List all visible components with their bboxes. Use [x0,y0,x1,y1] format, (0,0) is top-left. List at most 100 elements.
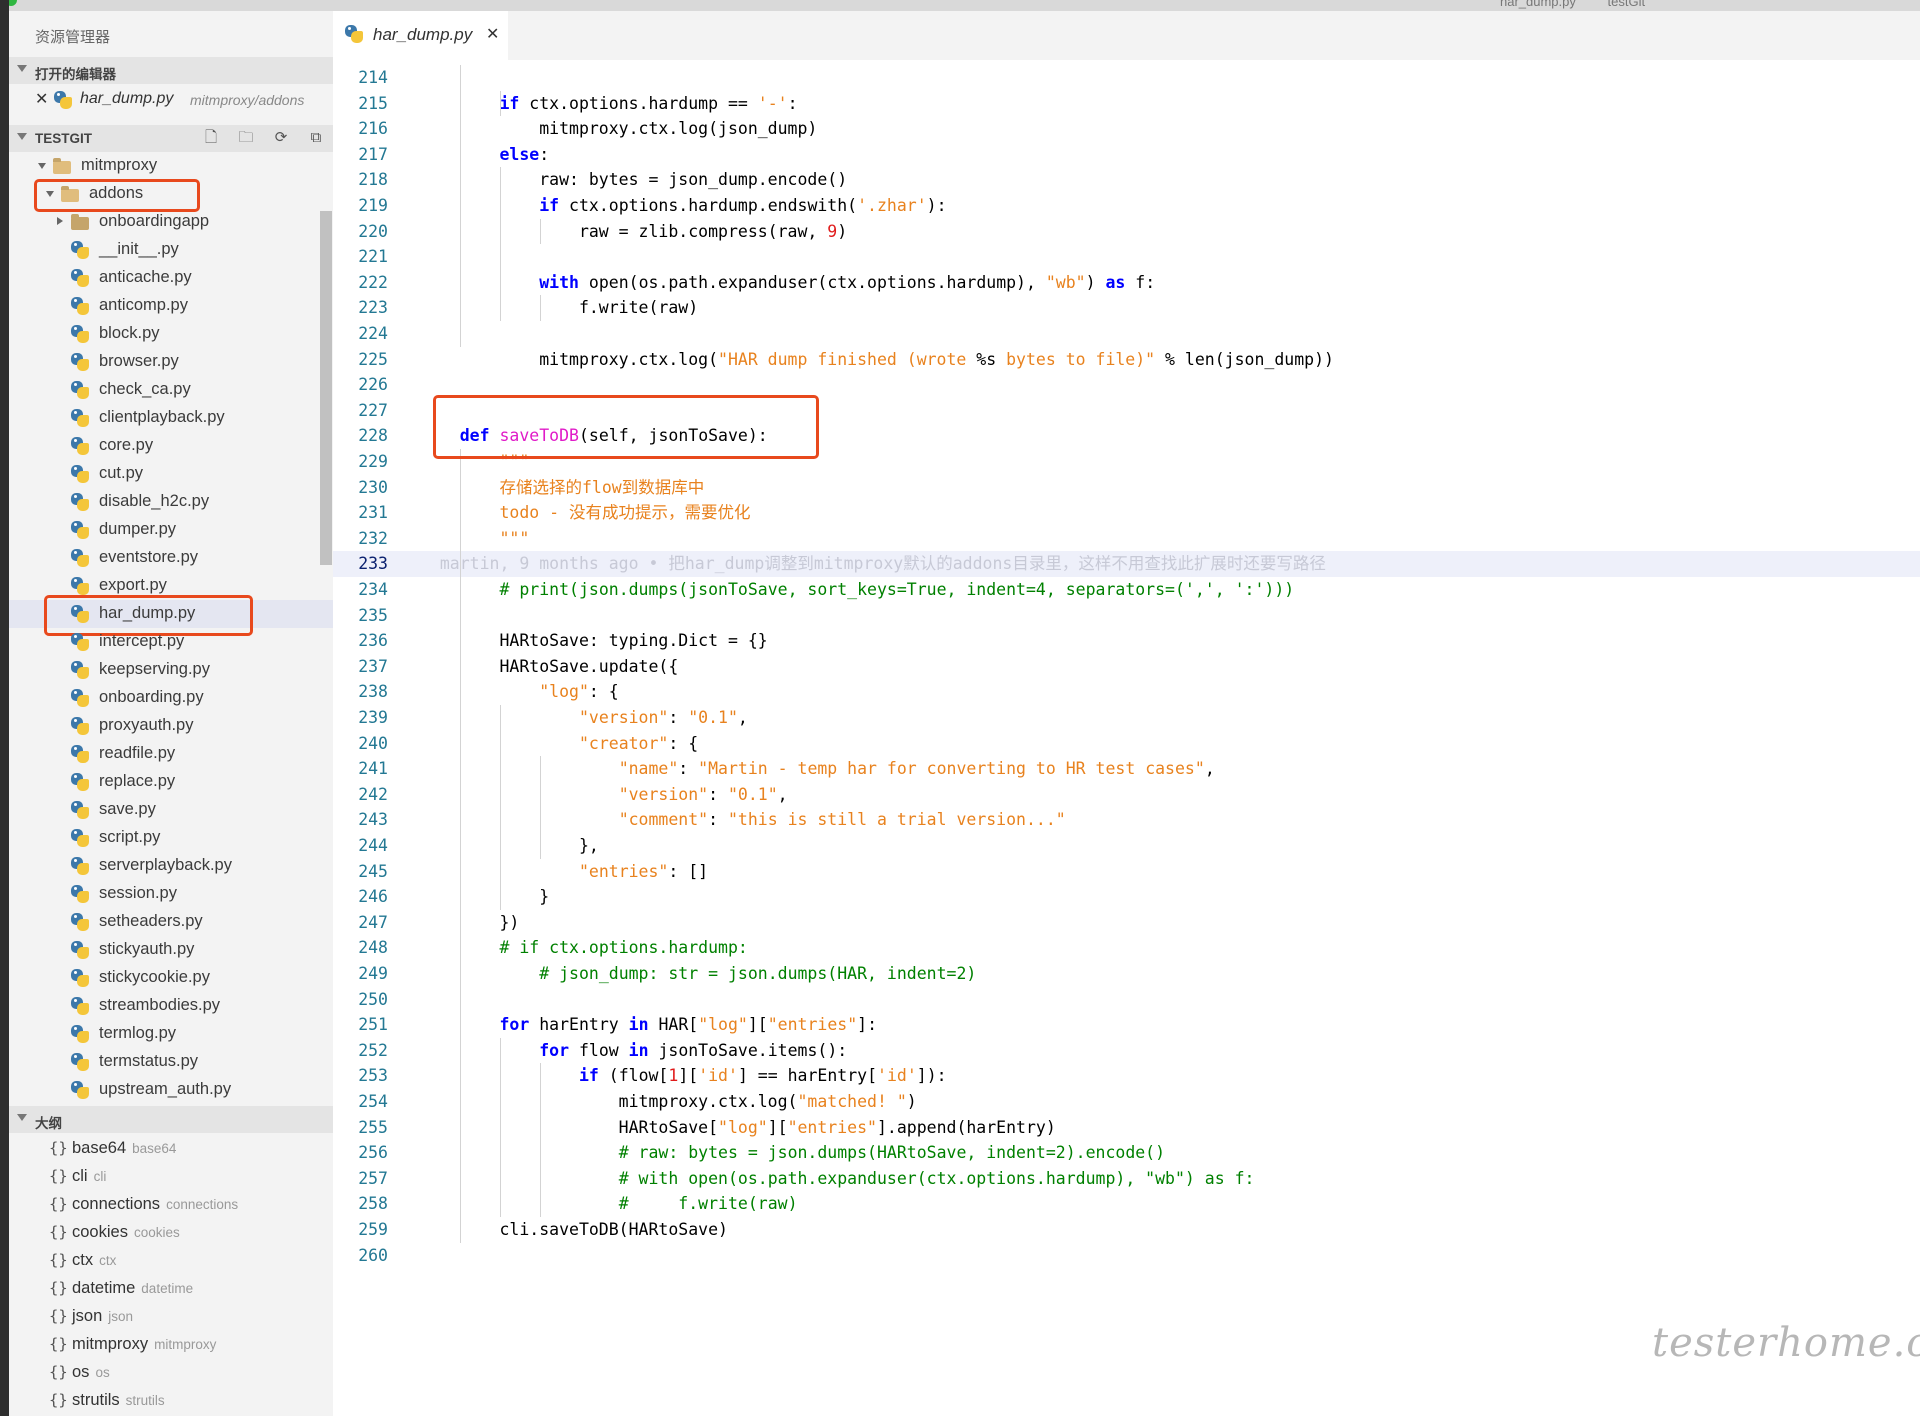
code-line[interactable]: 215 if ctx.options.hardump == '-': [333,91,1920,117]
tree-file[interactable]: proxyauth.py [9,712,333,740]
code-line[interactable]: 251 for harEntry in HAR["log"]["entries"… [333,1012,1920,1038]
code-line[interactable]: 257 # with open(os.path.expanduser(ctx.o… [333,1166,1920,1192]
code-line[interactable]: 226 [333,372,1920,398]
code-line[interactable]: 221 [333,244,1920,270]
tree-file[interactable]: termlog.py [9,1020,333,1048]
tree-file[interactable]: serverplayback.py [9,852,333,880]
tree-file[interactable]: check_ca.py [9,376,333,404]
tree-file[interactable]: dumper.py [9,516,333,544]
outline-item[interactable]: {} cookies cookies [9,1218,333,1246]
code-line[interactable]: 260 [333,1243,1920,1269]
code-line[interactable]: 244 }, [333,833,1920,859]
code-line[interactable]: 256 # raw: bytes = json.dumps(HARtoSave,… [333,1140,1920,1166]
outline-item[interactable]: {} datetime datetime [9,1274,333,1302]
code-line[interactable]: 237 HARtoSave.update({ [333,654,1920,680]
tree-folder[interactable]: onboardingapp [9,208,333,236]
outline-item[interactable]: {} ctx ctx [9,1246,333,1274]
tree-file[interactable]: stickyauth.py [9,936,333,964]
new-file-icon[interactable]: 🗋 [203,130,219,146]
tree-folder[interactable]: mitmproxy [9,152,333,180]
tree-file[interactable]: cut.py [9,460,333,488]
chevron-right-icon[interactable] [57,217,63,225]
code-line[interactable]: 239 "version": "0.1", [333,705,1920,731]
code-line[interactable]: 230 存储选择的flow到数据库中 [333,475,1920,501]
tree-file[interactable]: termstatus.py [9,1048,333,1076]
tree-file[interactable]: anticomp.py [9,292,333,320]
outline-header[interactable]: 大纲 [9,1106,333,1133]
workspace-header[interactable]: TESTGIT 🗋 🗀 ⟳ ⧉ [9,125,333,152]
code-line[interactable]: 243 "comment": "this is still a trial ve… [333,807,1920,833]
outline-item[interactable]: {} base64 base64 [9,1134,333,1162]
code-line[interactable]: 214 [333,65,1920,91]
tree-file[interactable]: onboarding.py [9,684,333,712]
collapse-all-icon[interactable]: ⧉ [308,130,324,146]
outline-item[interactable]: {} cli cli [9,1162,333,1190]
new-folder-icon[interactable]: 🗀 [238,130,254,146]
chevron-down-icon[interactable] [38,163,46,169]
outline-item[interactable]: {} connections connections [9,1190,333,1218]
code-line[interactable]: 218 raw: bytes = json_dump.encode() [333,167,1920,193]
tree-file[interactable]: core.py [9,432,333,460]
code-line[interactable]: 254 mitmproxy.ctx.log("matched! ") [333,1089,1920,1115]
close-editor-icon[interactable]: ✕ [35,89,48,109]
tree-scrollbar[interactable] [320,211,332,565]
tree-file[interactable]: anticache.py [9,264,333,292]
code-line[interactable]: 234 # print(json.dumps(jsonToSave, sort_… [333,577,1920,603]
tab-har-dump[interactable]: har_dump.py ✕ [333,11,508,60]
tree-file[interactable]: streambodies.py [9,992,333,1020]
code-line[interactable]: 223 f.write(raw) [333,295,1920,321]
code-line[interactable]: 224 [333,321,1920,347]
code-line[interactable]: 225 mitmproxy.ctx.log("HAR dump finished… [333,347,1920,373]
code-line[interactable]: 259 cli.saveToDB(HARtoSave) [333,1217,1920,1243]
code-line[interactable]: 233 martin, 9 months ago • 把har_dump调整到m… [333,551,1920,577]
outline-item[interactable]: {} mitmproxy mitmproxy [9,1330,333,1358]
code-line[interactable]: 248 # if ctx.options.hardump: [333,935,1920,961]
tree-file[interactable]: eventstore.py [9,544,333,572]
code-line[interactable]: 247 }) [333,910,1920,936]
code-line[interactable]: 219 if ctx.options.hardump.endswith('.zh… [333,193,1920,219]
code-line[interactable]: 222 with open(os.path.expanduser(ctx.opt… [333,270,1920,296]
code-line[interactable]: 240 "creator": { [333,731,1920,757]
refresh-icon[interactable]: ⟳ [273,130,289,146]
code-line[interactable]: 245 "entries": [] [333,859,1920,885]
code-line[interactable]: 241 "name": "Martin - temp har for conve… [333,756,1920,782]
code-line[interactable]: 236 HARtoSave: typing.Dict = {} [333,628,1920,654]
code-line[interactable]: 252 for flow in jsonToSave.items(): [333,1038,1920,1064]
tree-file[interactable]: __init__.py [9,236,333,264]
close-tab-icon[interactable]: ✕ [486,24,499,44]
open-editors-header[interactable]: 打开的编辑器 [9,57,333,84]
tree-file[interactable]: save.py [9,796,333,824]
tree-file[interactable]: intercept.py [9,628,333,656]
code-line[interactable]: 220 raw = zlib.compress(raw, 9) [333,219,1920,245]
tree-file[interactable]: upstream_auth.py [9,1076,333,1104]
outline-item[interactable]: {} strutils strutils [9,1386,333,1414]
outline-item[interactable]: {} os os [9,1358,333,1386]
tree-file[interactable]: replace.py [9,768,333,796]
code-line[interactable]: 238 "log": { [333,679,1920,705]
tree-file[interactable]: script.py [9,824,333,852]
tree-file[interactable]: browser.py [9,348,333,376]
outline-item[interactable]: {} json json [9,1302,333,1330]
code-line[interactable]: 235 [333,603,1920,629]
code-line[interactable]: 249 # json_dump: str = json.dumps(HAR, i… [333,961,1920,987]
tree-file[interactable]: disable_h2c.py [9,488,333,516]
tree-file[interactable]: clientplayback.py [9,404,333,432]
tree-file[interactable]: readfile.py [9,740,333,768]
code-editor[interactable]: 214 215 if ctx.options.hardump == '-': 216… [333,60,1920,1416]
tree-file[interactable]: stickycookie.py [9,964,333,992]
code-line[interactable]: 232 """ [333,526,1920,552]
code-line[interactable]: 242 "version": "0.1", [333,782,1920,808]
tree-file[interactable]: block.py [9,320,333,348]
code-line[interactable]: 231 todo - 没有成功提示，需要优化 [333,500,1920,526]
code-line[interactable]: 255 HARtoSave["log"]["entries"].append(h… [333,1115,1920,1141]
code-line[interactable]: 258 # f.write(raw) [333,1191,1920,1217]
code-line[interactable]: 246 } [333,884,1920,910]
tree-file[interactable]: setheaders.py [9,908,333,936]
open-editor-item[interactable]: ✕ har_dump.py mitmproxy/addons [9,85,333,114]
code-line[interactable]: 250 [333,987,1920,1013]
tree-file[interactable]: session.py [9,880,333,908]
tree-file[interactable]: keepserving.py [9,656,333,684]
code-line[interactable]: 253 if (flow[1]['id'] == harEntry['id'])… [333,1063,1920,1089]
code-line[interactable]: 217 else: [333,142,1920,168]
code-line[interactable]: 216 mitmproxy.ctx.log(json_dump) [333,116,1920,142]
